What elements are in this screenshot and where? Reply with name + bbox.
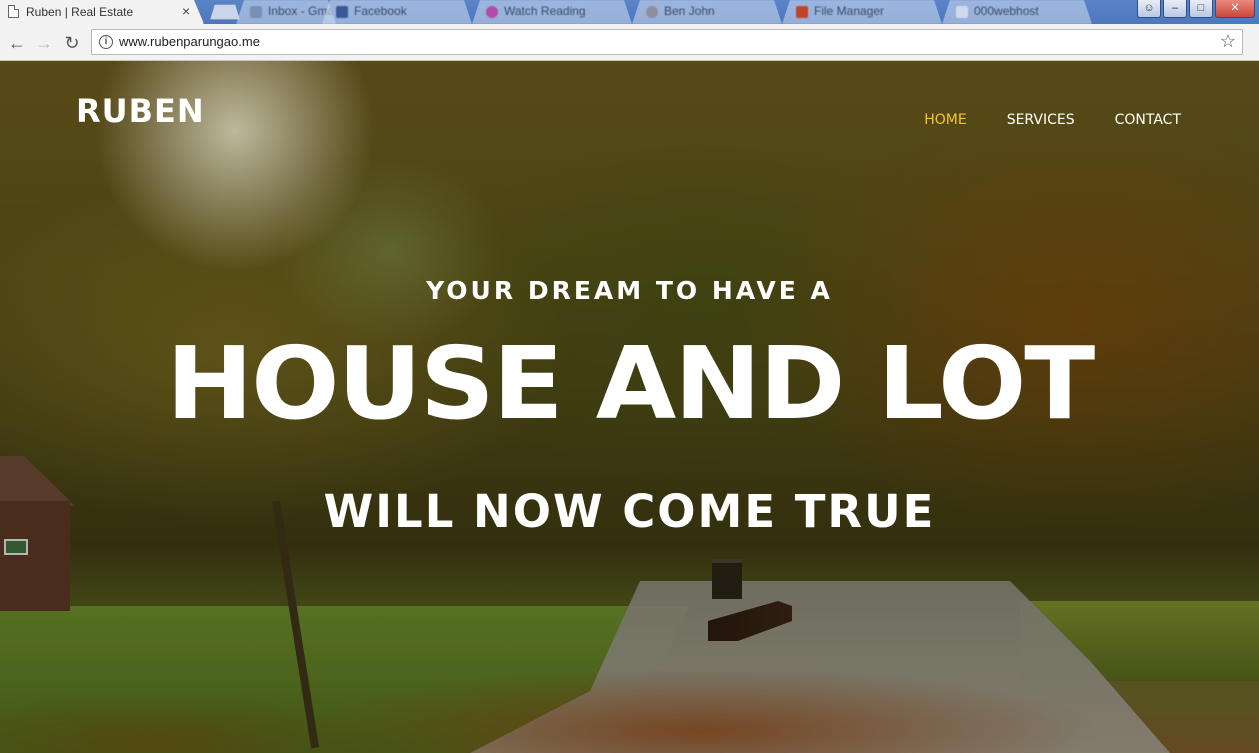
hero-tagline: WILL NOW COME TRUE xyxy=(323,485,936,538)
tab-background[interactable]: Inbox - Gmail xyxy=(236,0,336,24)
nav-item-contact[interactable]: CONTACT xyxy=(1115,112,1181,128)
favicon-icon xyxy=(646,6,658,18)
tab-title: Watch Reading xyxy=(504,4,586,18)
brand-logo[interactable]: RUBEN xyxy=(76,92,205,130)
browser-toolbar: ← → ↻ i www.rubenparungao.me ☆ xyxy=(0,24,1259,61)
page-icon xyxy=(8,5,19,18)
tab-background[interactable]: Facebook xyxy=(322,0,472,24)
hero-subtitle-text: YOUR DREAM TO HAVE A xyxy=(426,276,833,305)
nav-item-home[interactable]: HOME xyxy=(924,112,966,128)
user-icon[interactable]: ☺ xyxy=(1137,0,1161,18)
info-icon[interactable]: i xyxy=(99,35,113,49)
address-bar[interactable]: i www.rubenparungao.me ☆ xyxy=(91,29,1243,55)
bookmark-star-icon[interactable]: ☆ xyxy=(1220,31,1236,52)
hero-title-text: HOUSE AND LOT xyxy=(166,325,1095,442)
nav-item-services[interactable]: SERVICES xyxy=(1007,112,1075,128)
hero-subtitle: YOUR DREAM TO HAVE A xyxy=(0,276,1259,305)
browser-tabstrip: Ruben | Real Estate × Inbox - Gmail Face… xyxy=(0,0,1259,24)
tab-title: File Manager xyxy=(814,4,885,18)
favicon-icon xyxy=(336,6,348,18)
forward-arrow-icon[interactable]: → xyxy=(31,30,57,56)
reload-icon[interactable]: ↻ xyxy=(59,30,85,56)
back-arrow-icon[interactable]: ← xyxy=(4,30,30,56)
tab-background[interactable]: 000webhost xyxy=(942,0,1092,24)
window-controls: ☺ – □ ✕ xyxy=(1137,0,1255,20)
tab-background[interactable]: Ben John xyxy=(632,0,782,24)
tab-active[interactable]: Ruben | Real Estate × xyxy=(0,0,204,24)
main-nav: HOME SERVICES CONTACT xyxy=(924,112,1181,128)
minimize-button[interactable]: – xyxy=(1163,0,1187,18)
maximize-button[interactable]: □ xyxy=(1189,0,1213,18)
close-window-button[interactable]: ✕ xyxy=(1215,0,1255,18)
favicon-icon xyxy=(956,6,968,18)
tab-background[interactable]: Watch Reading xyxy=(472,0,632,24)
favicon-icon xyxy=(486,6,498,18)
hero-title: HOUSE AND LOT xyxy=(0,329,1259,439)
favicon-icon xyxy=(250,6,262,18)
tab-title: 000webhost xyxy=(974,4,1039,18)
hero-section: RUBEN HOME SERVICES CONTACT YOUR DREAM T… xyxy=(0,61,1259,753)
url-text[interactable]: www.rubenparungao.me xyxy=(119,34,260,49)
tab-title: Facebook xyxy=(354,4,407,18)
tab-title: Ruben | Real Estate xyxy=(26,5,134,19)
favicon-icon xyxy=(796,6,808,18)
new-tab-button[interactable] xyxy=(210,4,240,20)
tab-close-icon[interactable]: × xyxy=(182,0,190,22)
tab-background[interactable]: File Manager xyxy=(782,0,942,24)
tab-title: Ben John xyxy=(664,4,715,18)
